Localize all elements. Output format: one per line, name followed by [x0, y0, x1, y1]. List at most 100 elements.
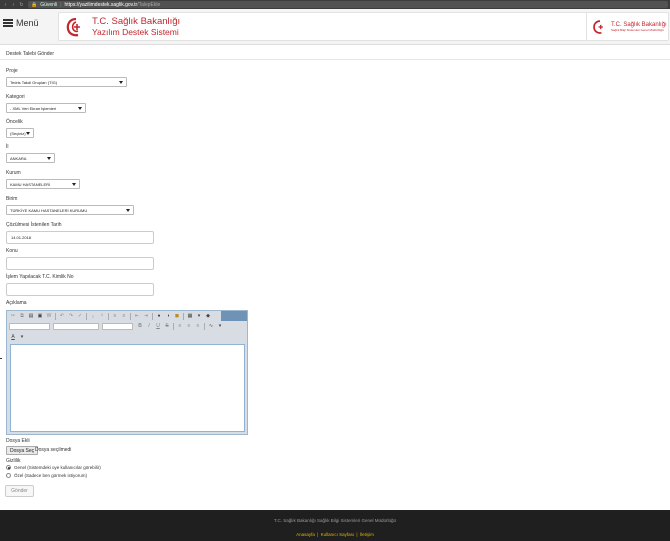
- hamburger-icon: [3, 19, 13, 27]
- footer-link-iletisim[interactable]: İletişim: [360, 532, 374, 537]
- font-select[interactable]: [53, 322, 99, 330]
- editor-toolbar-row-1: ✂ ⧉ ▤ ▣ W ↶ ↷ ✓ ₂ ² ≡ ≡ ⇤ ⇥ ● ◑ ◼ ▦ ▾ ◆: [7, 311, 221, 321]
- editor-content-area[interactable]: [10, 344, 245, 432]
- site-header: Menü T.C. Sağlık Bakanlığı Yazılım Deste…: [0, 9, 670, 45]
- superscript-icon[interactable]: ²: [98, 312, 106, 320]
- copy-icon[interactable]: ⧉: [18, 312, 26, 320]
- submit-button[interactable]: Gönder: [5, 485, 34, 497]
- page-title: Destek Talebi Gönder: [6, 51, 54, 57]
- kurum-select[interactable]: KAMU HASTANELERİ: [6, 179, 80, 189]
- chevron-down-icon[interactable]: ▾: [216, 322, 224, 330]
- tarih-label: Çözülmesi İstenilen Tarih: [6, 222, 62, 228]
- page-root: ‹ › ↻ 🔒 Güvenli | https://yazilimdestek.…: [0, 0, 670, 541]
- footer-link-anasayfa[interactable]: Anasayfa: [296, 532, 315, 537]
- url-host: https://yazilimdestek.saglik.gov.tr: [64, 1, 138, 8]
- birim-select[interactable]: TÜRKİYE KAMU HASTANELERİ KURUMU: [6, 205, 134, 215]
- back-icon[interactable]: ‹: [3, 2, 8, 8]
- radio-checked-icon[interactable]: [6, 465, 11, 470]
- paste-text-icon[interactable]: ▣: [36, 312, 44, 320]
- tarih-field[interactable]: 14.01.2018: [6, 231, 154, 244]
- footer-org: T.C. Sağlık Bakanlığı Sağlık Bilgi Siste…: [273, 518, 397, 523]
- paste-word-icon[interactable]: W: [45, 312, 53, 320]
- chevron-down-icon: [119, 81, 123, 84]
- italic-icon[interactable]: I: [145, 322, 153, 330]
- ministry-logo-icon: [66, 17, 80, 36]
- footer-links: Anasayfa | Kullanıcı Sayfası | İletişim: [0, 532, 670, 537]
- chevron-down-icon: [26, 132, 30, 135]
- privacy-option-genel[interactable]: Genel (Sistemdeki oye kullanıcılar göreb…: [6, 465, 101, 470]
- paste-icon[interactable]: ▤: [27, 312, 35, 320]
- toolbar-separator: [108, 312, 109, 320]
- address-separator: |: [60, 1, 62, 8]
- privacy-option-label: Özel (Sadece ben görmek istiyorum): [14, 473, 88, 478]
- oncelik-select[interactable]: (Seçiniz): [6, 128, 34, 138]
- spellcheck-icon[interactable]: ✓: [76, 312, 84, 320]
- ordered-list-icon[interactable]: ≡: [111, 312, 119, 320]
- gizlilik-label: Gizlilik: [6, 458, 21, 464]
- kategori-label: Kategori: [6, 94, 25, 100]
- reload-icon[interactable]: ↻: [19, 2, 24, 8]
- footer-link-kullanici[interactable]: Kullanıcı Sayfası: [321, 532, 355, 537]
- strikethrough-icon[interactable]: S: [163, 322, 171, 330]
- il-select[interactable]: ANKARA: [6, 153, 55, 163]
- kategori-select[interactable]: - XML Veri Ekran İşlemleri: [6, 103, 86, 113]
- chevron-down-icon[interactable]: ▾: [18, 333, 26, 341]
- brand-banner[interactable]: T.C. Sağlık Bakanlığı Yazılım Destek Sis…: [58, 12, 588, 41]
- toolbar-separator: [173, 322, 174, 330]
- align-center-icon[interactable]: ≡: [185, 322, 193, 330]
- link-icon[interactable]: ●: [155, 312, 163, 320]
- image-icon[interactable]: ◼: [173, 312, 181, 320]
- text-color-icon[interactable]: A: [9, 333, 17, 341]
- undo-icon[interactable]: ↶: [58, 312, 66, 320]
- konu-label: Konu: [6, 248, 18, 254]
- table-icon[interactable]: ▦: [186, 312, 194, 320]
- indent-icon[interactable]: ⇥: [142, 312, 150, 320]
- file-choose-button[interactable]: Dosya Seç: [6, 446, 39, 455]
- kategori-value: - XML Veri Ekran İşlemleri: [10, 105, 57, 111]
- proje-value: Tedris Takdi Grupları (TİG): [10, 79, 58, 85]
- url-path: /TalepEkle: [137, 1, 161, 8]
- proje-select[interactable]: Tedris Takdi Grupları (TİG): [6, 77, 127, 87]
- format-icon[interactable]: ∿: [207, 322, 215, 330]
- chevron-down-icon[interactable]: ▾: [195, 312, 203, 320]
- title-divider: [0, 59, 670, 60]
- aciklama-label: Açıklama: [6, 300, 27, 306]
- redo-icon[interactable]: ↷: [67, 312, 75, 320]
- sbsgm-banner[interactable]: T.C. Sağlık Bakanlığı Sağlık Bilgi Siste…: [586, 12, 669, 41]
- underline-icon[interactable]: U: [154, 322, 162, 330]
- align-right-icon[interactable]: ≡: [194, 322, 202, 330]
- unordered-list-icon[interactable]: ≡: [120, 312, 128, 320]
- konu-field[interactable]: [6, 257, 154, 270]
- toolbar-separator: [152, 312, 153, 320]
- toolbar-separator: [183, 312, 184, 320]
- align-left-icon[interactable]: ≡: [176, 322, 184, 330]
- size-select[interactable]: [102, 322, 133, 330]
- chevron-down-icon: [72, 183, 76, 186]
- bold-icon[interactable]: B: [136, 322, 144, 330]
- brand-subtitle: Yazılım Destek Sistemi: [92, 26, 179, 37]
- sbsgm-subtitle: Sağlık Bilgi Sistemleri Genel Müdürlüğü: [611, 27, 664, 32]
- source-icon[interactable]: ◆: [204, 312, 212, 320]
- toolbar-separator: [55, 312, 56, 320]
- il-value: ANKARA: [10, 155, 27, 161]
- edge-marker: [0, 358, 2, 359]
- radio-unchecked-icon[interactable]: [6, 473, 11, 478]
- brand-title: T.C. Sağlık Bakanlığı: [92, 16, 181, 27]
- privacy-option-ozel[interactable]: Özel (Sadece ben görmek istiyorum): [6, 473, 87, 478]
- cut-icon[interactable]: ✂: [9, 312, 17, 320]
- forward-icon[interactable]: ›: [11, 2, 16, 8]
- kimlik-field[interactable]: [6, 283, 154, 296]
- style-select[interactable]: [9, 322, 50, 330]
- subscript-icon[interactable]: ₂: [89, 312, 97, 320]
- footer-separator: |: [317, 532, 319, 537]
- file-status: Dosya seçilmedi: [35, 447, 72, 453]
- menu-button[interactable]: Menü: [3, 18, 39, 28]
- editor-toolbar-row-3: A ▾: [7, 332, 26, 342]
- address-bar[interactable]: 🔒 Güvenli | https://yazilimdestek.saglik…: [28, 1, 668, 8]
- unlink-icon[interactable]: ◑: [164, 312, 172, 320]
- proje-label: Proje: [6, 68, 18, 74]
- outdent-icon[interactable]: ⇤: [133, 312, 141, 320]
- toolbar-separator: [204, 322, 205, 330]
- toolbar-separator: [130, 312, 131, 320]
- kimlik-label: İşlem Yapılacak T.C. Kimlik No: [6, 274, 74, 280]
